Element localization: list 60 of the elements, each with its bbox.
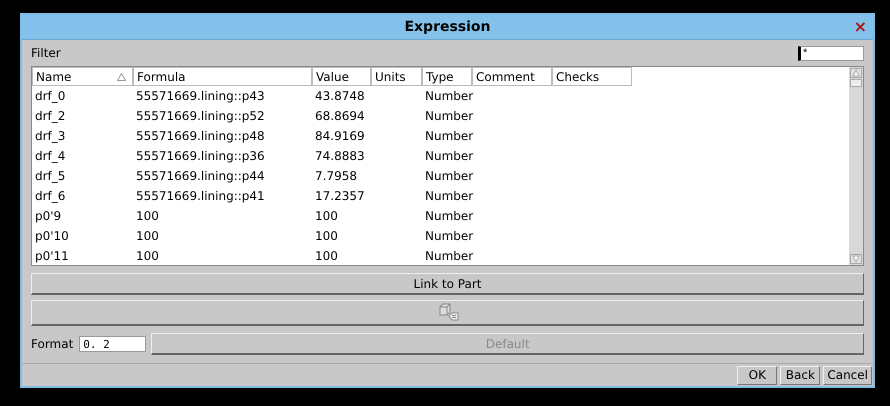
column-header[interactable]: Units xyxy=(371,67,422,86)
table-cell-text: Number xyxy=(424,229,472,243)
table-cell-text: 100 xyxy=(135,229,160,243)
table-cell-text: drf_6 xyxy=(34,189,66,203)
sort-arrow-icon xyxy=(117,72,126,80)
scroll-up-icon[interactable] xyxy=(850,68,862,78)
filter-label: Filter xyxy=(31,46,61,60)
table-cell-text: 7.7958 xyxy=(314,169,358,183)
column-header[interactable]: Formula xyxy=(133,67,312,86)
scroll-thumb[interactable] xyxy=(850,79,862,87)
table-cell-text: 100 xyxy=(135,249,160,263)
table-cell-text: 100 xyxy=(135,209,160,223)
scrollbar[interactable] xyxy=(849,67,863,265)
table-cell-text: drf_0 xyxy=(34,89,66,103)
table-cell-text: Number xyxy=(424,89,472,103)
table-cell-text: 74.8883 xyxy=(314,149,366,163)
table-cell-text: 84.9169 xyxy=(314,129,366,143)
table-cell-text: Number xyxy=(424,129,472,143)
table-cell-text: p0'9 xyxy=(34,209,62,223)
table-cell-text: 17.2357 xyxy=(314,189,366,203)
filter-field[interactable]: * xyxy=(798,46,864,60)
table-cell-text: drf_5 xyxy=(34,169,66,183)
cube-tag-icon xyxy=(436,302,458,324)
dialog-button[interactable]: Back xyxy=(780,366,820,384)
window-title: Expression xyxy=(404,19,491,35)
dialog-button[interactable]: Cancel xyxy=(823,366,872,384)
table-cell-text: 55571669.lining::p52 xyxy=(135,109,266,123)
table-cell-text: Number xyxy=(424,169,472,183)
column-header[interactable]: Type xyxy=(422,67,472,86)
format-label: Format xyxy=(31,337,74,351)
table-cell-text: Number xyxy=(424,189,472,203)
table-cell-text: drf_3 xyxy=(34,129,66,143)
table-cell-text: Number xyxy=(424,209,472,223)
format-field[interactable]: 0. 2 xyxy=(79,336,146,352)
table-cell-text: 100 xyxy=(314,229,339,243)
close-button[interactable]: × xyxy=(852,18,869,36)
table-cell-text: drf_2 xyxy=(34,109,66,123)
table-cell-text: 55571669.lining::p43 xyxy=(135,89,266,103)
table-cell-text: Number xyxy=(424,249,472,263)
table-cell-text: 55571669.lining::p36 xyxy=(135,149,266,163)
table-cell-text: p0'10 xyxy=(34,229,70,243)
table-cell-text: 100 xyxy=(314,249,339,263)
dialog-button[interactable]: OK xyxy=(737,366,778,384)
table-cell-text: 100 xyxy=(314,209,339,223)
table-cell-text: 55571669.lining::p48 xyxy=(135,129,266,143)
scroll-down-icon[interactable] xyxy=(850,254,862,264)
table-cell-text: drf_4 xyxy=(34,149,66,163)
column-header[interactable]: Value xyxy=(312,67,371,86)
table-cell-text: p0'11 xyxy=(34,249,70,263)
table-cell-text: 43.8748 xyxy=(314,89,366,103)
table-cell-text: 68.8694 xyxy=(314,109,366,123)
table-cell-text: Number xyxy=(424,149,472,163)
icon-button[interactable] xyxy=(31,300,864,326)
table-cell-text: 55571669.lining::p41 xyxy=(135,189,266,203)
column-header[interactable]: Checks xyxy=(552,67,632,86)
table-cell-text: Number xyxy=(424,109,472,123)
link-to-part-button[interactable]: Link to Part xyxy=(31,273,864,295)
table-cell-text: 55571669.lining::p44 xyxy=(135,169,266,183)
column-header[interactable]: Comment xyxy=(472,67,552,86)
column-header[interactable]: Name xyxy=(32,67,133,86)
